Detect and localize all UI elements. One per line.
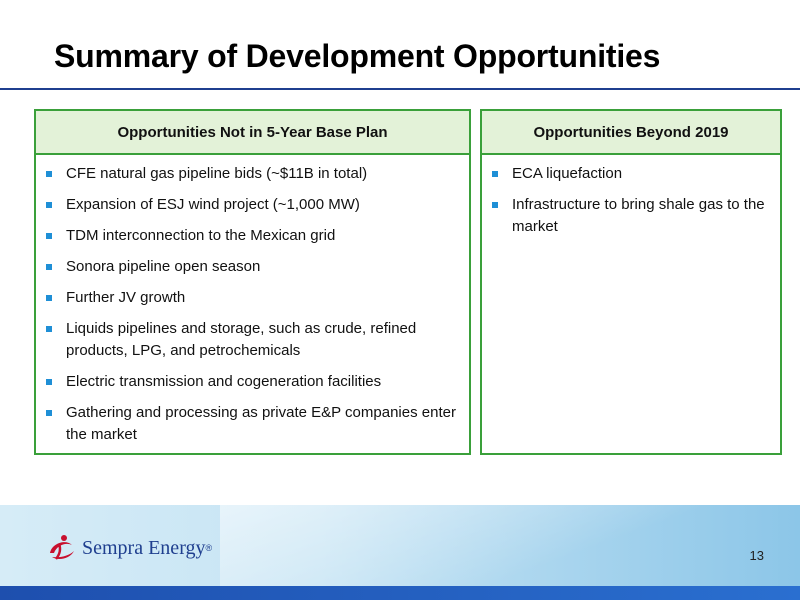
panel-header-not-in-base-plan: Opportunities Not in 5-Year Base Plan bbox=[36, 111, 469, 155]
list-item-text: Gathering and processing as private E&P … bbox=[66, 404, 456, 443]
panel-not-in-base-plan: Opportunities Not in 5-Year Base Plan CF… bbox=[34, 109, 471, 455]
list-item-text: Liquids pipelines and storage, such as c… bbox=[66, 320, 417, 359]
list-item-text: Electric transmission and cogeneration f… bbox=[66, 373, 382, 390]
footer-bar bbox=[0, 586, 800, 600]
list-item: Electric transmission and cogeneration f… bbox=[44, 371, 463, 393]
list-item-text: ECA liquefaction bbox=[512, 165, 623, 182]
logo-text: Sempra Energy bbox=[82, 536, 206, 559]
list-item: Infrastructure to bring shale gas to the… bbox=[490, 194, 774, 238]
list-item: TDM interconnection to the Mexican grid bbox=[44, 225, 463, 247]
list-item: Further JV growth bbox=[44, 287, 463, 309]
list-item-text: CFE natural gas pipeline bids (~$11B in … bbox=[66, 165, 368, 182]
sempra-logo-icon bbox=[50, 535, 74, 560]
bullet-list-not-in-base-plan: CFE natural gas pipeline bids (~$11B in … bbox=[36, 155, 469, 446]
panel-header-beyond-2019: Opportunities Beyond 2019 bbox=[482, 111, 780, 155]
list-item: Liquids pipelines and storage, such as c… bbox=[44, 318, 463, 362]
square-bullet-icon bbox=[46, 410, 52, 416]
panel-beyond-2019: Opportunities Beyond 2019 ECA liquefacti… bbox=[480, 109, 782, 455]
square-bullet-icon bbox=[46, 326, 52, 332]
list-item: Gathering and processing as private E&P … bbox=[44, 402, 463, 446]
square-bullet-icon bbox=[46, 202, 52, 208]
title-divider bbox=[0, 88, 800, 90]
list-item: ECA liquefaction bbox=[490, 163, 774, 185]
footer-glow bbox=[220, 505, 800, 592]
list-item: Expansion of ESJ wind project (~1,000 MW… bbox=[44, 194, 463, 216]
slide-title: Summary of Development Opportunities bbox=[54, 38, 661, 74]
square-bullet-icon bbox=[46, 233, 52, 239]
list-item-text: Further JV growth bbox=[66, 289, 186, 306]
list-item-text: TDM interconnection to the Mexican grid bbox=[66, 227, 336, 244]
square-bullet-icon bbox=[492, 202, 498, 208]
company-logo: Sempra Energy ® bbox=[44, 531, 212, 565]
square-bullet-icon bbox=[46, 264, 52, 270]
list-item-text: Infrastructure to bring shale gas to the… bbox=[512, 196, 765, 235]
square-bullet-icon bbox=[492, 171, 498, 177]
list-item-text: Sonora pipeline open season bbox=[66, 258, 261, 275]
bullet-list-beyond-2019: ECA liquefaction Infrastructure to bring… bbox=[482, 155, 780, 238]
list-item: Sonora pipeline open season bbox=[44, 256, 463, 278]
square-bullet-icon bbox=[46, 171, 52, 177]
page-number: 13 bbox=[749, 548, 764, 563]
list-item-text: Expansion of ESJ wind project (~1,000 MW… bbox=[66, 196, 360, 213]
list-item: CFE natural gas pipeline bids (~$11B in … bbox=[44, 163, 463, 185]
logo-trademark: ® bbox=[205, 543, 213, 553]
square-bullet-icon bbox=[46, 379, 52, 385]
square-bullet-icon bbox=[46, 295, 52, 301]
